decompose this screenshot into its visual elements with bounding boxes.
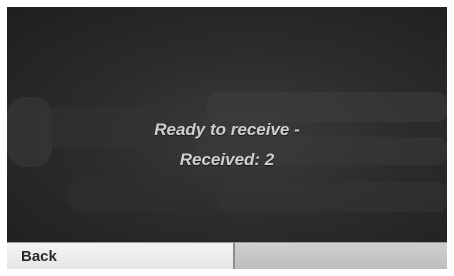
display-frame: Ready to receive - Received: 2 Back	[7, 7, 447, 269]
right-softkey[interactable]	[235, 243, 447, 269]
softkey-bar: Back	[7, 242, 447, 269]
main-screen: Ready to receive - Received: 2	[7, 7, 447, 242]
status-message: Ready to receive - Received: 2	[7, 115, 447, 175]
status-line-received: Received: 2	[179, 150, 275, 169]
status-line-ready: Ready to receive -	[154, 120, 300, 139]
back-button[interactable]: Back	[7, 243, 235, 269]
